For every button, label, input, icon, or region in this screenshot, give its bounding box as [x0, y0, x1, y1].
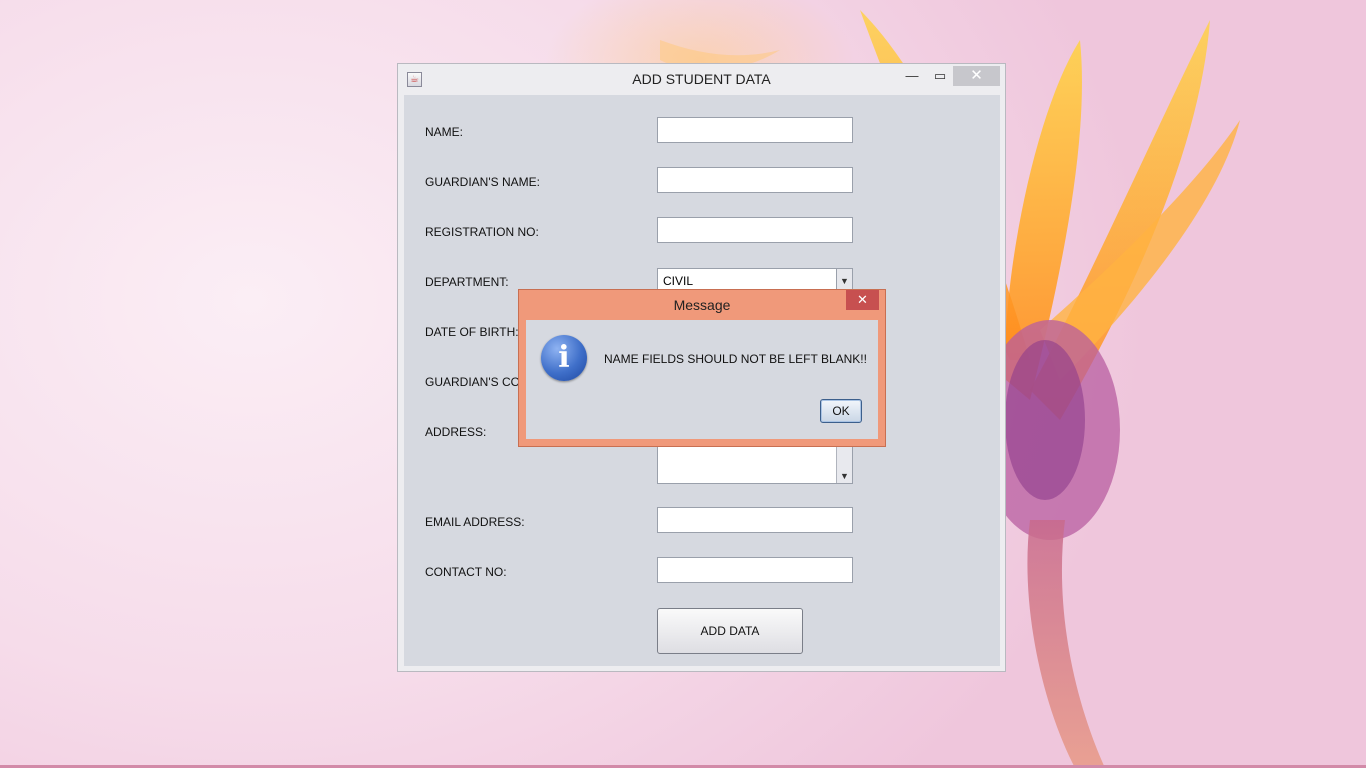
contact-no-input[interactable] — [657, 557, 853, 583]
name-input[interactable] — [657, 117, 853, 143]
email-address-input[interactable] — [657, 507, 853, 533]
add-data-button[interactable]: ADD DATA — [657, 608, 803, 654]
scroll-down-icon[interactable]: ▼ — [837, 471, 852, 481]
department-label: DEPARTMENT: — [425, 275, 509, 289]
department-selected-value: CIVIL — [663, 274, 694, 288]
contact-no-label: CONTACT NO: — [425, 565, 507, 579]
registration-no-label: REGISTRATION NO: — [425, 225, 539, 239]
info-icon: i — [541, 335, 587, 381]
email-address-label: EMAIL ADDRESS: — [425, 515, 525, 529]
address-label: ADDRESS: — [425, 425, 487, 439]
minimize-button[interactable]: — — [901, 66, 923, 86]
dialog-message: NAME FIELDS SHOULD NOT BE LEFT BLANK!! — [604, 352, 867, 366]
date-of-birth-label: DATE OF BIRTH: — [425, 325, 519, 339]
guardian-name-input[interactable] — [657, 167, 853, 193]
message-dialog: Message ✕ i NAME FIELDS SHOULD NOT BE LE… — [518, 289, 886, 447]
guardian-name-label: GUARDIAN'S NAME: — [425, 175, 540, 189]
dialog-title: Message — [673, 297, 731, 313]
name-label: NAME: — [425, 125, 464, 139]
close-button[interactable]: ✕ — [953, 66, 1000, 86]
dialog-close-button[interactable]: ✕ — [846, 290, 879, 310]
guardian-contact-label: GUARDIAN'S CO — [425, 375, 520, 389]
maximize-button[interactable]: ▭ — [929, 66, 951, 86]
registration-no-input[interactable] — [657, 217, 853, 243]
ok-button[interactable]: OK — [820, 399, 862, 423]
dialog-body: i NAME FIELDS SHOULD NOT BE LEFT BLANK!!… — [526, 320, 878, 439]
window-titlebar[interactable]: ☕ ADD STUDENT DATA — ▭ ✕ — [398, 64, 1005, 95]
